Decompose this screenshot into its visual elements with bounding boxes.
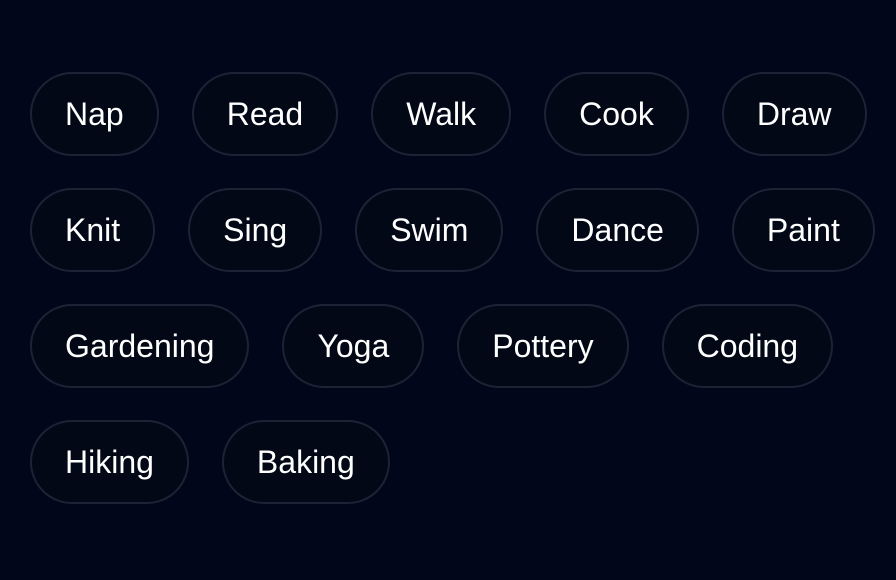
chip-read[interactable]: Read [191, 72, 339, 156]
chip-cook[interactable]: Cook [544, 72, 689, 156]
chip-pottery[interactable]: Pottery [457, 304, 629, 388]
chip-row-1: Nap Read Walk Cook Draw [30, 72, 880, 156]
chip-hiking[interactable]: Hiking [30, 420, 189, 504]
chip-row-3: Gardening Yoga Pottery Coding [30, 304, 880, 388]
chip-nap[interactable]: Nap [30, 72, 159, 156]
chip-sing[interactable]: Sing [188, 188, 323, 272]
chip-row-4: Hiking Baking [30, 420, 880, 504]
chip-walk[interactable]: Walk [371, 72, 512, 156]
chip-swim[interactable]: Swim [355, 188, 504, 272]
chip-row-2: Knit Sing Swim Dance Paint [30, 188, 880, 272]
chip-coding[interactable]: Coding [661, 304, 834, 388]
chip-yoga[interactable]: Yoga [282, 304, 425, 388]
chip-gardening[interactable]: Gardening [30, 304, 250, 388]
chip-paint[interactable]: Paint [731, 188, 875, 272]
activity-chip-grid: Nap Read Walk Cook Draw Knit Sing Swim D… [30, 72, 880, 504]
chip-dance[interactable]: Dance [536, 188, 699, 272]
chip-draw[interactable]: Draw [721, 72, 867, 156]
chip-baking[interactable]: Baking [221, 420, 390, 504]
chip-knit[interactable]: Knit [30, 188, 156, 272]
